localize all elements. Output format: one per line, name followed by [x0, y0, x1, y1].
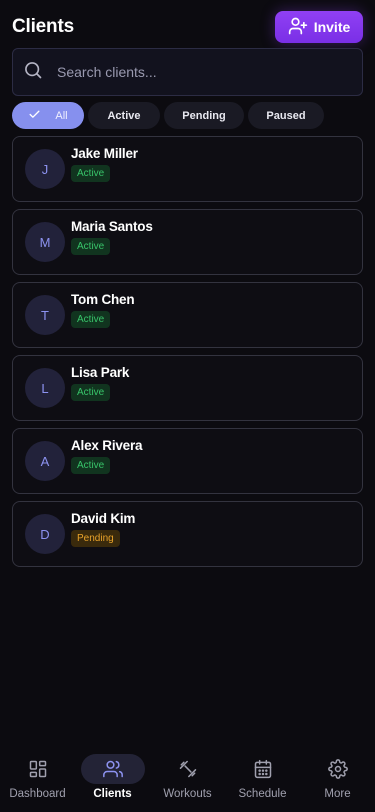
client-name: Jake Miller [71, 146, 138, 161]
filter-chip-paused[interactable]: Paused [248, 102, 324, 129]
nav-item-schedule[interactable]: Schedule [225, 750, 300, 812]
client-name: Lisa Park [71, 365, 130, 380]
gear-icon [306, 754, 370, 784]
invite-label: Invite [313, 19, 351, 35]
client-card[interactable]: T Tom Chen Active [12, 282, 363, 348]
invite-button[interactable]: Invite [275, 11, 363, 43]
filter-chip-pending[interactable]: Pending [164, 102, 244, 129]
client-card[interactable]: J Jake Miller Active [12, 136, 363, 202]
avatar: L [25, 368, 65, 408]
client-name: Alex Rivera [71, 438, 143, 453]
avatar: M [25, 222, 65, 262]
page-title: Clients [12, 16, 74, 37]
user-plus-icon [288, 16, 308, 39]
nav-item-workouts[interactable]: Workouts [150, 750, 225, 812]
filter-chip-label: Paused [266, 109, 306, 122]
filter-chip-active[interactable]: Active [88, 102, 160, 129]
status-badge: Pending [71, 530, 120, 547]
calendar-icon [231, 754, 295, 784]
avatar: T [25, 295, 65, 335]
client-card[interactable]: L Lisa Park Active [12, 355, 363, 421]
client-list: J Jake Miller Active M Maria Santos Acti… [12, 136, 363, 567]
filter-chip-label: Active [107, 109, 141, 122]
users-icon [80, 754, 145, 784]
bottom-nav: Dashboard Clients Workouts Schedule More [0, 750, 375, 812]
search-input[interactable] [57, 64, 362, 80]
status-badge: Active [71, 457, 111, 474]
client-card[interactable]: M Maria Santos Active [12, 209, 363, 275]
nav-item-dashboard[interactable]: Dashboard [0, 750, 75, 812]
client-name: Tom Chen [71, 292, 135, 307]
search-icon [23, 60, 43, 85]
status-badge: Active [71, 384, 111, 401]
filter-chip-label: Pending [182, 109, 226, 122]
nav-label: Clients [93, 788, 132, 800]
status-badge: Active [71, 238, 111, 255]
avatar: D [25, 514, 65, 554]
nav-label: Dashboard [9, 788, 66, 800]
nav-item-clients[interactable]: Clients [75, 750, 150, 812]
nav-label: More [324, 788, 351, 800]
filter-chip-label: All [55, 109, 68, 122]
search-bar [12, 48, 363, 96]
filter-chip-all[interactable]: All [12, 102, 84, 129]
avatar: J [25, 149, 65, 189]
client-name: Maria Santos [71, 219, 153, 234]
status-badge: Active [71, 311, 111, 328]
client-card[interactable]: D David Kim Pending [12, 501, 363, 567]
filter-chips: All Active Pending Paused [12, 102, 324, 129]
page-header: Clients Invite [12, 10, 363, 44]
client-name: David Kim [71, 511, 136, 526]
check-icon [28, 108, 41, 124]
nav-label: Workouts [163, 788, 212, 800]
nav-label: Schedule [238, 788, 287, 800]
dumbbell-icon [156, 754, 220, 784]
avatar: A [25, 441, 65, 481]
grid-icon [6, 754, 70, 784]
client-card[interactable]: A Alex Rivera Active [12, 428, 363, 494]
status-badge: Active [71, 165, 111, 182]
nav-item-more[interactable]: More [300, 750, 375, 812]
